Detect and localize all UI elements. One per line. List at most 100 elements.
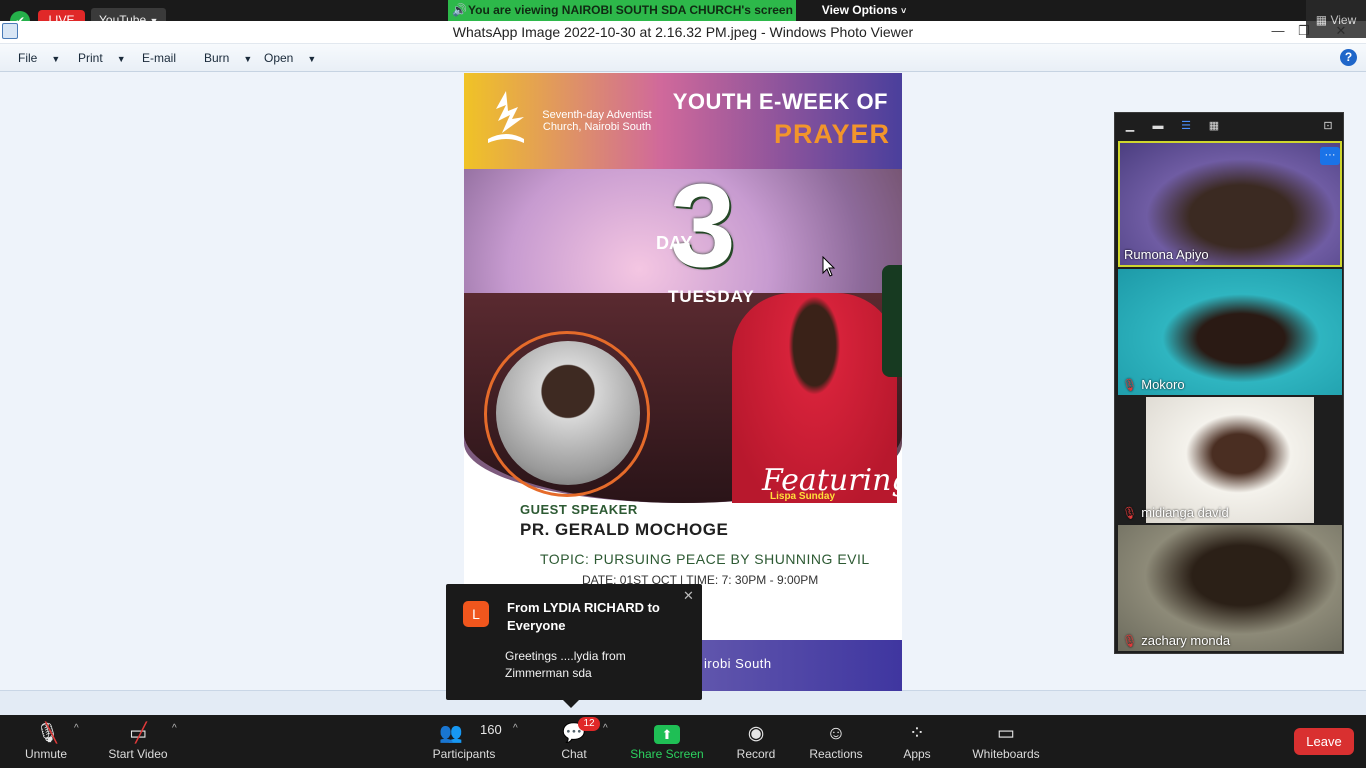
speaker-view-icon[interactable]: ▬ <box>1151 119 1165 133</box>
apps-label: Apps <box>903 747 931 761</box>
guest-speaker-label: GUEST SPEAKER <box>520 502 638 517</box>
sda-logo-icon <box>488 91 524 143</box>
chevron-down-icon: ˅ <box>900 6 907 16</box>
chat-caret-icon[interactable]: ^ <box>603 723 608 734</box>
guest-speaker-name: PR. GERALD MOCHOGE <box>520 520 729 539</box>
photo-viewer-menubar: File ▼ Print ▼ E-mail Burn ▼ Open ▼ <box>0 44 1366 72</box>
participant-name-row: 🎙 Mokoro <box>1122 377 1185 392</box>
menu-email-label: E-mail <box>142 51 177 65</box>
church-name: Seventh-day Adventist Church, Nairobi So… <box>542 109 652 133</box>
notification-sender: From LYDIA RICHARD to Everyone <box>507 600 660 633</box>
day-label: DAY <box>656 233 693 253</box>
poster-footer-text: irobi South <box>704 656 772 671</box>
menu-file-label: File <box>18 51 38 65</box>
chevron-down-icon: ▼ <box>243 54 253 64</box>
menu-burn-label: Burn <box>204 51 230 65</box>
close-icon[interactable]: ✕ <box>683 588 694 604</box>
share-screen-label: Share Screen <box>630 747 704 761</box>
participant-name: zachary monda <box>1141 633 1231 648</box>
grid-icon: ▦ <box>1315 13 1328 27</box>
weekday-label: TUESDAY <box>668 287 755 306</box>
window-title: WhatsApp Image 2022-10-30 at 2.16.32 PM.… <box>452 24 914 40</box>
reactions-button[interactable]: ☺ Reactions <box>808 715 864 768</box>
menu-print[interactable]: Print ▼ <box>78 44 126 72</box>
participant-tile[interactable]: ··· Rumona Apiyo <box>1118 141 1342 267</box>
poster-header: Seventh-day Adventist Church, Nairobi So… <box>464 73 902 169</box>
chevron-down-icon: ▼ <box>116 54 126 64</box>
share-screen-button[interactable]: ⬆ Share Screen <box>628 715 706 768</box>
start-video-button[interactable]: ▭╱ Start Video <box>104 715 172 768</box>
chevron-down-icon: ▼ <box>307 54 317 64</box>
participant-name: Mokoro <box>1141 377 1185 392</box>
meeting-toolbar: 🎙╲ Unmute ^ ▭╱ Start Video ^ 👥 Participa… <box>0 715 1366 768</box>
mouse-cursor-icon <box>822 256 836 277</box>
muted-mic-icon: 🎙╲ <box>35 723 60 744</box>
unmute-label: Unmute <box>24 747 68 761</box>
start-video-label: Start Video <box>108 747 168 761</box>
viewing-banner: 🔊 You are viewing NAIROBI SOUTH SDA CHUR… <box>448 0 796 21</box>
whiteboards-label: Whiteboards <box>972 747 1040 761</box>
menu-email[interactable]: E-mail <box>142 44 176 72</box>
record-button[interactable]: ◉ Record <box>734 715 778 768</box>
view-label: View <box>1330 13 1357 27</box>
leave-button[interactable]: Leave <box>1294 728 1354 755</box>
record-label: Record <box>736 747 776 761</box>
speaker-photo <box>496 341 640 485</box>
participant-tile[interactable]: 🎙 zachary monda <box>1118 525 1342 651</box>
view-options-label: View Options <box>821 3 898 17</box>
video-off-icon: ▭╱ <box>129 723 148 744</box>
sender-avatar: L <box>463 601 489 627</box>
menu-file[interactable]: File ▼ <box>18 44 60 72</box>
featured-name: Lispa Sunday <box>770 491 836 502</box>
day-number: 3 <box>670 160 736 292</box>
muted-mic-icon: 🎙 <box>1122 378 1138 392</box>
exit-gallery-icon[interactable]: ⊡ <box>1321 119 1335 133</box>
video-options-caret-icon[interactable]: ^ <box>172 723 177 734</box>
more-options-icon[interactable]: ··· <box>1320 147 1340 165</box>
audio-options-caret-icon[interactable]: ^ <box>74 723 79 734</box>
participant-tile[interactable]: 🎙 midianga david <box>1118 397 1342 523</box>
share-screen-icon: ⬆ <box>654 725 680 744</box>
help-icon[interactable]: ? <box>1340 49 1357 66</box>
muted-mic-icon: 🎙 <box>1122 506 1138 520</box>
participant-name-row: 🎙 midianga david <box>1122 505 1229 520</box>
notification-tail <box>563 700 579 708</box>
participants-caret-icon[interactable]: ^ <box>513 723 518 734</box>
speaker-icon: 🔊 <box>452 3 467 17</box>
participant-count: 160 <box>480 722 502 737</box>
unmute-button[interactable]: 🎙╲ Unmute <box>18 715 74 768</box>
chevron-down-icon: ▼ <box>51 54 61 64</box>
notification-message: Greetings ....lydia from Zimmerman sda <box>505 649 626 680</box>
participant-name-row: 🎙 zachary monda <box>1122 633 1230 648</box>
poster-headline-prayer: PRAYER <box>773 119 890 149</box>
apps-icon: ⁘ <box>909 723 925 744</box>
strip-view-icon[interactable]: ☰ <box>1179 119 1193 133</box>
viewing-banner-text: You are viewing NAIROBI SOUTH SDA CHURCH… <box>468 3 793 17</box>
photo-viewer-titlebar: WhatsApp Image 2022-10-30 at 2.16.32 PM.… <box>0 21 1366 44</box>
view-options-button[interactable]: View Options ˅ <box>812 0 916 21</box>
whiteboards-button[interactable]: ▭ Whiteboards <box>970 715 1042 768</box>
menu-print-label: Print <box>78 51 103 65</box>
participant-name: Rumona Apiyo <box>1124 247 1209 262</box>
participants-label: Participants <box>432 747 496 761</box>
floating-panel-edge <box>882 265 902 377</box>
menu-burn[interactable]: Burn ▼ <box>204 44 252 72</box>
reactions-icon: ☺ <box>826 723 846 744</box>
minimize-gallery-icon[interactable]: ▁ <box>1123 119 1137 133</box>
apps-button[interactable]: ⁘ Apps <box>900 715 934 768</box>
minimize-icon[interactable]: — <box>1265 21 1291 43</box>
video-gallery-panel: ▁ ▬ ☰ ▦ ⊡ ··· Rumona Apiyo 🎙 Mokoro 🎙 midi… <box>1114 112 1344 654</box>
participant-tile[interactable]: 🎙 Mokoro <box>1118 269 1342 395</box>
poster-headline: YOUTH E-WEEK OF <box>672 89 888 114</box>
participant-name: midianga david <box>1141 505 1229 520</box>
muted-mic-icon: 🎙 <box>1122 634 1138 648</box>
chat-notification[interactable]: L From LYDIA RICHARD to Everyone Greetin… <box>446 584 702 708</box>
menu-open[interactable]: Open ▼ <box>264 44 316 72</box>
chat-unread-badge: 12 <box>578 717 600 731</box>
zoom-view-button[interactable]: ▦ View <box>1306 0 1366 38</box>
gallery-grid-icon[interactable]: ▦ <box>1207 119 1221 133</box>
screen: ✔ LIVE YouTube ▼ 🔊 You are viewing NAIRO… <box>0 0 1366 768</box>
reactions-label: Reactions <box>809 747 863 761</box>
topic-text: TOPIC: PURSUING PEACE BY SHUNNING EVIL <box>540 551 870 567</box>
whiteboard-icon: ▭ <box>997 723 1015 744</box>
